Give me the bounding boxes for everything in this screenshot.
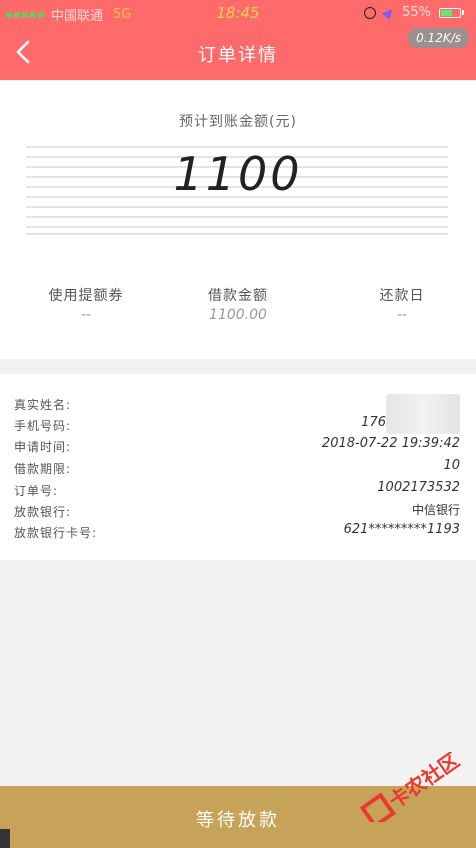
stat-repay-day-value: --	[396, 307, 408, 323]
phone-label: 手机号码:	[14, 419, 72, 433]
info-row-real-name: 真实姓名:	[14, 394, 460, 414]
watermark-text: 卡农社区	[384, 752, 463, 813]
info-row-order-no: 订单号: 1002173532	[14, 480, 460, 500]
rotation-lock-icon	[364, 6, 377, 19]
stat-repay-day-label: 还款日	[379, 288, 425, 304]
stat-repay-day: 还款日 --	[332, 285, 472, 323]
top-bar: 中国联通 5G 18:45 55% 订单详情 0.12K/s	[0, 0, 476, 80]
apply-time-value: 2018-07-22 19:39:42	[321, 436, 460, 451]
apply-time-label: 申请时间:	[14, 440, 72, 454]
stat-loan-amount: 借款金额 1100.00	[168, 285, 308, 323]
phone-value: 176	[361, 415, 386, 430]
location-icon	[382, 5, 397, 20]
term-label: 借款期限:	[14, 462, 72, 476]
stat-coupon-value: --	[80, 307, 92, 323]
nav-bar: 订单详情 0.12K/s	[0, 26, 476, 80]
network-speed-badge: 0.12K/s	[408, 28, 469, 48]
info-row-card-no: 放款银行卡号: 621*********1193	[14, 522, 460, 542]
card-no-label: 放款银行卡号:	[14, 526, 98, 540]
amount-card: 预计到账金额(元) 1100 使用提额券 -- 借款金额 1100.00 还款日…	[0, 81, 476, 359]
stat-coupon-label: 使用提额券	[48, 288, 124, 304]
status-bar: 中国联通 5G 18:45 55%	[0, 0, 476, 26]
info-row-bank: 放款银行: 中信银行	[14, 501, 460, 521]
watermark-logo: 卡农社区	[360, 752, 464, 822]
amount-label: 预计到账金额(元)	[179, 114, 297, 130]
status-right: 55%	[364, 5, 464, 20]
bank-value: 中信银行	[411, 503, 460, 517]
info-row-phone: 手机号码: 176	[14, 415, 460, 435]
order-no-value: 1002173532	[377, 480, 460, 495]
stat-coupon: 使用提额券 --	[16, 285, 156, 323]
order-no-label: 订单号:	[14, 484, 59, 498]
page-title: 订单详情	[198, 45, 278, 66]
info-row-term: 借款期限: 10	[14, 458, 460, 478]
amount-value: 1100	[173, 147, 303, 201]
card-no-value: 621*********1193	[343, 522, 460, 537]
stat-loan-amount-value: 1100.00	[209, 307, 267, 323]
corner-mark	[0, 829, 10, 848]
order-info-card: 真实姓名: 手机号码: 176 申请时间: 2018-07-22 19:39:4…	[0, 374, 476, 560]
bank-label: 放款银行:	[14, 505, 72, 519]
term-value: 10	[443, 458, 460, 473]
real-name-label: 真实姓名:	[14, 398, 72, 412]
battery-icon	[439, 7, 464, 18]
stat-loan-amount-label: 借款金额	[208, 288, 268, 304]
info-row-apply-time: 申请时间: 2018-07-22 19:39:42	[14, 436, 460, 456]
battery-percent: 55%	[402, 5, 431, 20]
